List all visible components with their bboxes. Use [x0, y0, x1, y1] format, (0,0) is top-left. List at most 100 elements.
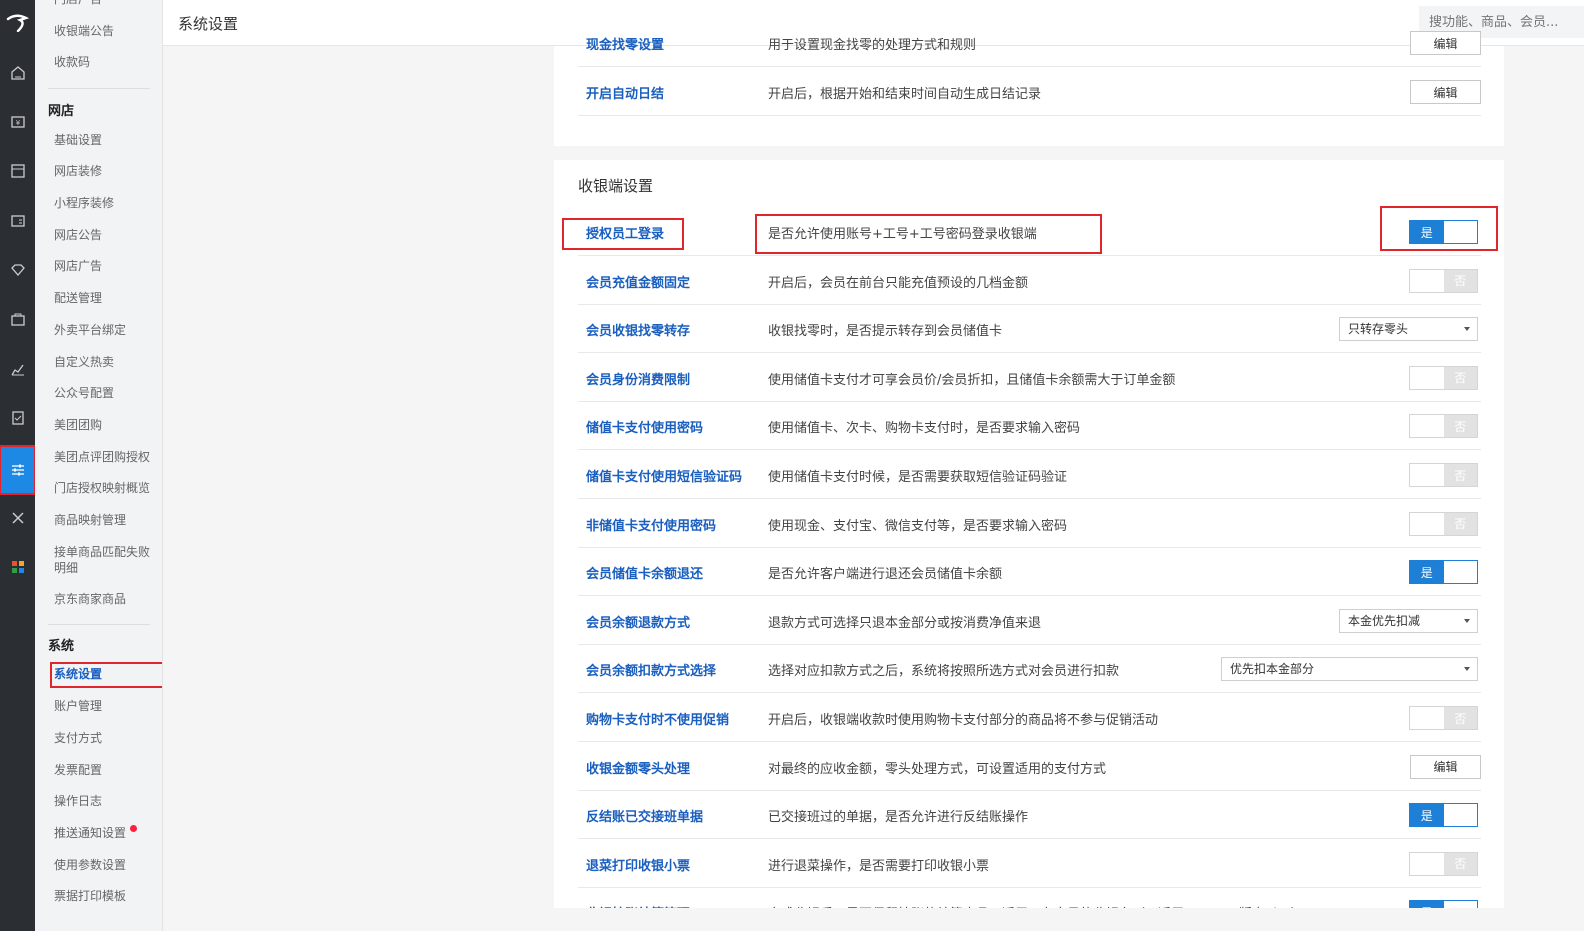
- chevron-down-icon: [1464, 327, 1470, 332]
- document-check-icon[interactable]: [0, 398, 35, 438]
- setting-description: 使用储值卡支付时候，是否需要获取短信验证码验证: [768, 470, 1068, 485]
- sidebar-item[interactable]: 门店授权映射概览: [54, 480, 150, 496]
- setting-description: 对最终的应收金额，零头处理方式，可设置适用的支付方式: [768, 761, 1107, 777]
- setting-name[interactable]: 会员充值金额固定: [586, 272, 690, 291]
- toggle-state-label: 是: [1410, 901, 1444, 908]
- report-chart-icon[interactable]: [0, 349, 35, 389]
- sidebar-item[interactable]: 网店装修: [54, 163, 102, 179]
- sidebar-item[interactable]: 配送管理: [54, 290, 102, 306]
- toggle-state-label: 是: [1410, 804, 1444, 827]
- setting-description: 开启后，会员在前台只能充值预设的几档金额: [768, 275, 1029, 291]
- sidebar-item[interactable]: 基础设置: [54, 132, 102, 148]
- setting-description: 使用现金、支付宝、微信支付等，是否要求输入密码: [768, 518, 1068, 534]
- settings-sliders-icon[interactable]: [0, 445, 36, 495]
- marketing-icon[interactable]: [0, 250, 35, 290]
- toggle-switch[interactable]: 否: [1409, 268, 1478, 293]
- coupon-icon[interactable]: [0, 300, 35, 340]
- home-icon[interactable]: [0, 53, 35, 93]
- sidebar-item[interactable]: 收银端公告: [54, 23, 114, 39]
- store-settings-panel: 现金找零设置 用于设置现金找零的处理方式和规则 编辑 开启自动日结 开启后，根据…: [554, 31, 1504, 146]
- setting-description: 完成收银后，是否保留挂账的结算商品，适用于有交易的收银台（不适用于PC 9.0版…: [768, 903, 1304, 908]
- setting-description: 开启后，收银端收款时使用购物卡支付部分的商品将不参与促销活动: [768, 713, 1159, 728]
- toggle-switch[interactable]: 是: [1409, 900, 1478, 908]
- setting-name[interactable]: 储值卡支付使用短信验证码: [586, 466, 742, 485]
- toggle-switch[interactable]: 是: [1409, 560, 1478, 585]
- sidebar-group-title: 系统: [48, 638, 75, 654]
- setting-row: 非储值卡支付使用密码 使用现金、支付宝、微信支付等，是否要求输入密码 否: [578, 500, 1481, 548]
- dropdown-select[interactable]: 优先扣本金部分: [1221, 657, 1478, 682]
- toggle-switch[interactable]: 否: [1409, 851, 1478, 876]
- setting-description: 用于设置现金找零的处理方式和规则: [768, 38, 977, 53]
- toggle-state-label: 否: [1443, 464, 1477, 486]
- tools-icon[interactable]: [0, 498, 35, 538]
- setting-name[interactable]: 会员储值卡余额退还: [586, 563, 703, 582]
- sidebar-item[interactable]: 使用参数设置: [54, 857, 126, 873]
- toggle-switch[interactable]: 是: [1409, 803, 1478, 828]
- setting-name[interactable]: 购物卡支付时不使用促销: [586, 709, 729, 728]
- sidebar-item[interactable]: 收款码: [54, 54, 90, 70]
- sidebar-item[interactable]: 支付方式: [54, 730, 102, 746]
- setting-description: 是否允许客户端进行退还会员储值卡余额: [768, 567, 1003, 583]
- highlight-box: [562, 218, 684, 250]
- sidebar-item[interactable]: 接单商品匹配失败明细: [54, 544, 154, 576]
- setting-name[interactable]: 会员收银找零转存: [586, 320, 690, 339]
- edit-button[interactable]: 编辑: [1410, 31, 1481, 55]
- toggle-switch[interactable]: 否: [1409, 463, 1478, 487]
- setting-description: 使用储值卡支付才可享会员价/会员折扣，且储值卡余额需大于订单金额: [768, 372, 1176, 388]
- edit-button[interactable]: 编辑: [1410, 80, 1481, 104]
- member-card-icon[interactable]: [0, 201, 35, 241]
- brand-logo-icon[interactable]: [0, 0, 35, 46]
- setting-name[interactable]: 现金找零设置: [586, 34, 664, 53]
- toggle-knob: [1410, 269, 1444, 292]
- dropdown-select[interactable]: 本金优先扣减: [1339, 608, 1478, 633]
- setting-row: 储值卡支付使用密码 使用储值卡、次卡、购物卡支付时，是否要求输入密码 否: [578, 402, 1481, 451]
- sidebar-item[interactable]: 账户管理: [54, 698, 102, 714]
- sidebar-item[interactable]: 推送通知设置: [54, 824, 138, 841]
- sidebar-item[interactable]: 网店公告: [54, 227, 102, 243]
- setting-name[interactable]: 退菜打印收银小票: [586, 855, 690, 874]
- toggle-switch[interactable]: 否: [1409, 706, 1478, 730]
- setting-name[interactable]: 会员余额扣款方式选择: [586, 660, 716, 679]
- sidebar-item[interactable]: 美团点评团购授权: [54, 449, 150, 465]
- toggle-knob: [1410, 707, 1444, 729]
- goods-icon[interactable]: [0, 151, 35, 191]
- sidebar-item[interactable]: 门店广告: [54, 0, 102, 7]
- sidebar-item[interactable]: 外卖平台绑定: [54, 322, 126, 338]
- sidebar-item[interactable]: 票据打印模板: [54, 888, 126, 904]
- setting-row: 退菜打印收银小票 进行退菜操作，是否需要打印收银小票 否: [578, 840, 1481, 888]
- app-grid-icon[interactable]: [0, 547, 35, 587]
- setting-name[interactable]: 反结账已交接班单据: [586, 806, 703, 825]
- setting-name[interactable]: 收银金额零头处理: [586, 758, 690, 777]
- page-title: 系统设置: [178, 15, 239, 33]
- setting-name[interactable]: 开启自动日结: [586, 83, 664, 102]
- sidebar-item[interactable]: 公众号配置: [54, 385, 114, 401]
- dropdown-value: 只转存零头: [1348, 322, 1409, 337]
- sidebar-item[interactable]: 自定义热卖: [54, 354, 114, 370]
- sidebar-item-system-settings[interactable]: 系统设置: [50, 662, 162, 689]
- setting-row: 储值卡支付使用短信验证码 使用储值卡支付时候，是否需要获取短信验证码验证 否: [578, 451, 1481, 499]
- sidebar-item[interactable]: 发票配置: [54, 762, 102, 778]
- sidebar-item[interactable]: 商品映射管理: [54, 512, 126, 528]
- sidebar-item[interactable]: 网店广告: [54, 258, 102, 274]
- toggle-knob: [1410, 464, 1444, 486]
- setting-name[interactable]: 储值卡支付使用密码: [586, 417, 703, 436]
- sidebar-item[interactable]: 京东商家商品: [54, 591, 126, 607]
- sidebar-item[interactable]: 操作日志: [54, 793, 102, 809]
- sidebar-item[interactable]: 小程序装修: [54, 195, 114, 211]
- toggle-knob: [1443, 901, 1477, 908]
- toggle-switch[interactable]: 否: [1409, 511, 1478, 536]
- cashier-icon[interactable]: ¥: [0, 102, 35, 142]
- notification-dot-icon: [130, 824, 138, 832]
- toggle-switch[interactable]: 否: [1409, 365, 1478, 390]
- toggle-switch[interactable]: 否: [1409, 414, 1478, 439]
- setting-name[interactable]: 非储值卡支付使用密码: [586, 515, 716, 534]
- setting-name[interactable]: 收银挂账结算管理: [586, 903, 690, 908]
- edit-button[interactable]: 编辑: [1410, 754, 1481, 779]
- setting-name[interactable]: 会员身份消费限制: [586, 369, 690, 388]
- svg-text:¥: ¥: [15, 119, 20, 127]
- setting-name[interactable]: 会员余额退款方式: [586, 612, 690, 631]
- sidebar-item[interactable]: 美团团购: [54, 417, 102, 433]
- setting-row: 会员余额退款方式 退款方式可选择只退本金部分或按消费净值来退 本金优先扣减: [578, 597, 1481, 645]
- dropdown-select[interactable]: 只转存零头: [1339, 317, 1478, 342]
- setting-row: 会员储值卡余额退还 是否允许客户端进行退还会员储值卡余额 是: [578, 548, 1481, 597]
